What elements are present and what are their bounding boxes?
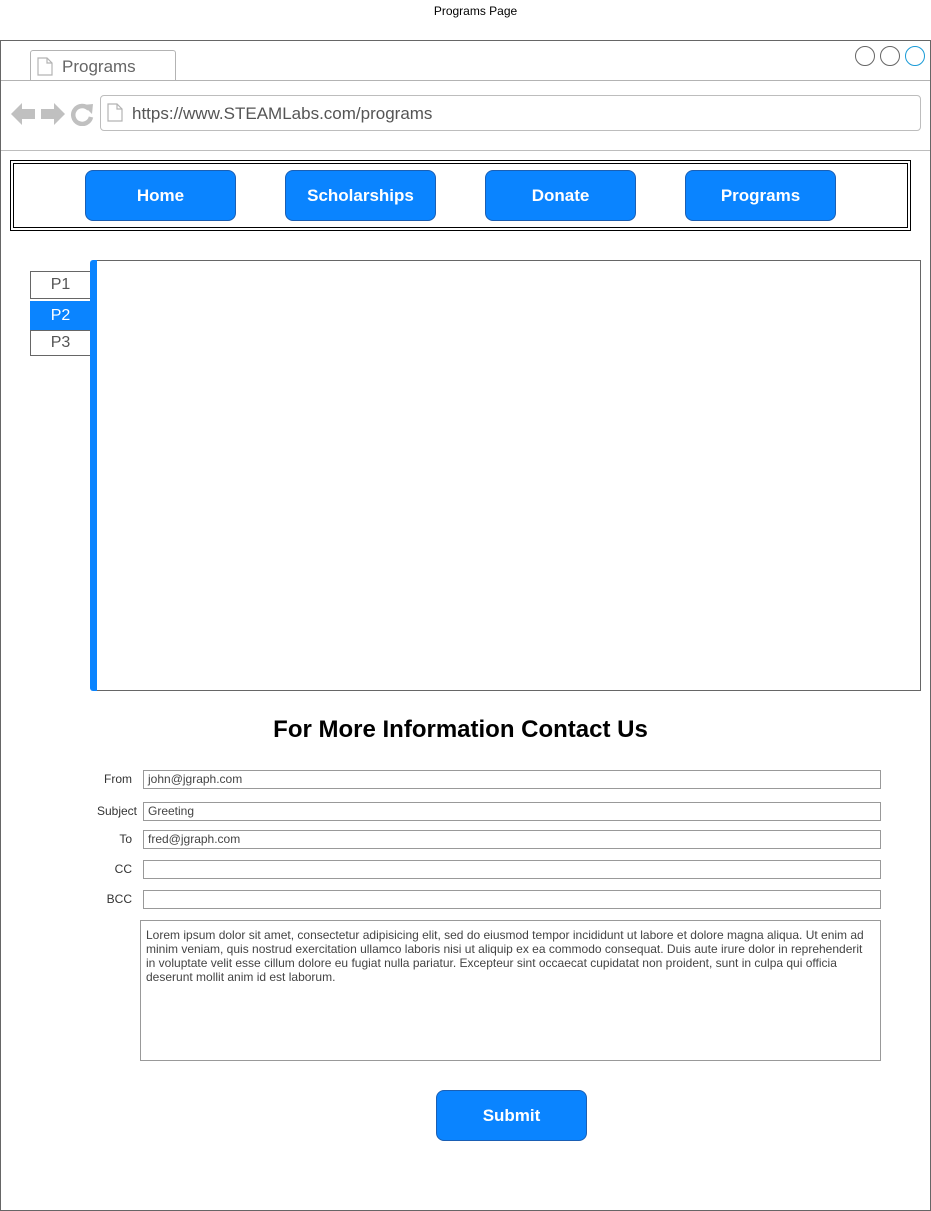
bcc-field[interactable] [143, 890, 881, 909]
contact-heading: For More Information Contact Us [273, 716, 648, 743]
window-minimize-button[interactable] [855, 46, 875, 66]
cc-label: CC [114, 862, 132, 876]
toolbar-divider [1, 150, 930, 151]
window-maximize-button[interactable] [880, 46, 900, 66]
refresh-icon[interactable] [70, 102, 94, 131]
window-close-button[interactable] [905, 46, 925, 66]
document-icon [37, 57, 53, 81]
url-text[interactable]: https://www.STEAMLabs.com/programs [132, 104, 432, 124]
subject-label: Subject [96, 804, 137, 818]
to-field[interactable]: fred@jgraph.com [143, 830, 881, 849]
to-label: To [119, 832, 132, 846]
forward-arrow-icon[interactable] [40, 102, 66, 131]
tab-strip-divider [1, 80, 930, 81]
page-document-icon [107, 103, 123, 127]
home-button[interactable]: Home [85, 170, 236, 221]
tab-p3[interactable]: P3 [30, 330, 91, 356]
tab-p2[interactable]: P2 [30, 301, 91, 331]
programs-button[interactable]: Programs [685, 170, 836, 221]
from-field[interactable]: john@jgraph.com [143, 770, 881, 789]
tab-title: Programs [62, 57, 136, 76]
from-label: From [104, 772, 132, 786]
submit-button[interactable]: Submit [436, 1090, 587, 1141]
page-caption: Programs Page [433, 4, 518, 18]
bcc-label: BCC [106, 892, 132, 906]
subject-field[interactable]: Greeting [143, 802, 881, 821]
message-textarea[interactable]: Lorem ipsum dolor sit amet, consectetur … [140, 920, 881, 1061]
scholarships-button[interactable]: Scholarships [285, 170, 436, 221]
back-arrow-icon[interactable] [10, 102, 36, 131]
donate-button[interactable]: Donate [485, 170, 636, 221]
tab-p1[interactable]: P1 [30, 271, 91, 299]
cc-field[interactable] [143, 860, 881, 879]
program-content-panel [97, 260, 921, 691]
